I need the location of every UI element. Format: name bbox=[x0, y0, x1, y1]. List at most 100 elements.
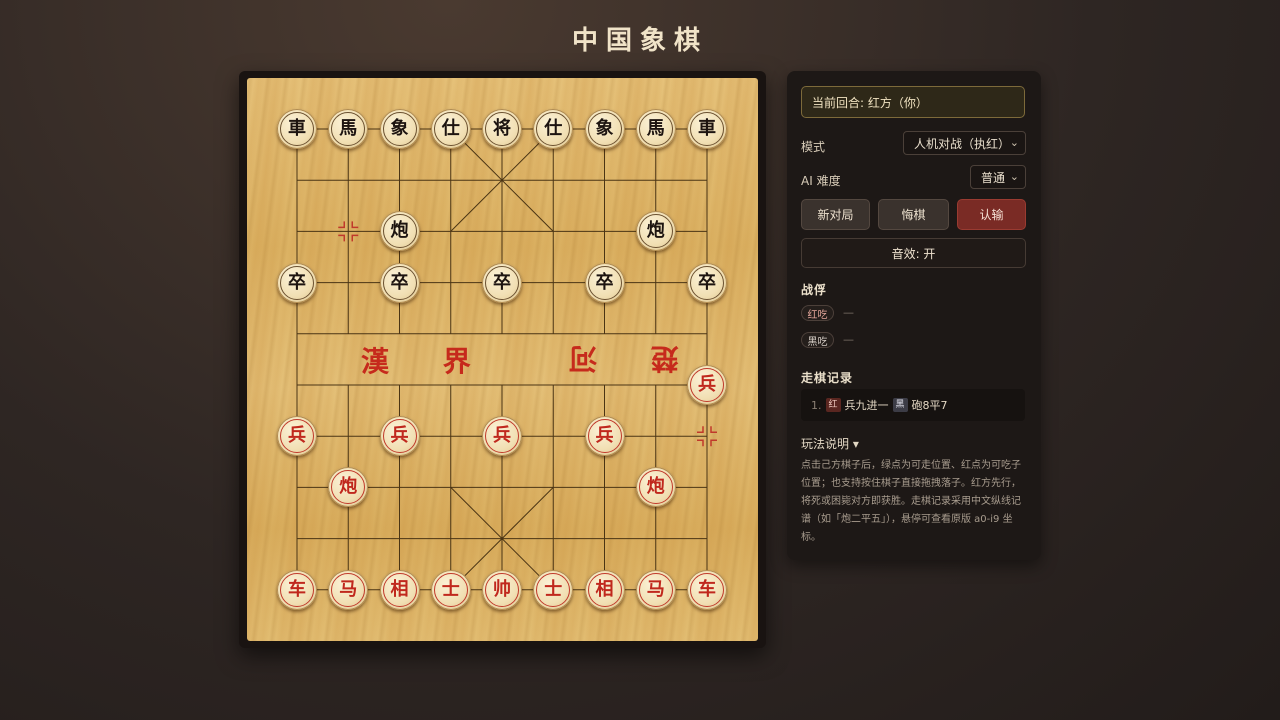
piece-label: 象 bbox=[595, 118, 614, 139]
black-piece[interactable]: 卒 bbox=[687, 262, 727, 303]
last-move-marker bbox=[697, 426, 704, 433]
board-grid bbox=[296, 128, 717, 591]
mode-select[interactable]: 人机对战（执红） ⌄ bbox=[903, 131, 1026, 155]
red-piece[interactable]: 兵 bbox=[687, 365, 727, 405]
river-text-left: 漢 界 bbox=[361, 345, 493, 378]
black-piece[interactable]: 炮 bbox=[635, 211, 676, 252]
piece-label: 馬 bbox=[646, 118, 665, 139]
piece-label: 兵 bbox=[493, 425, 511, 447]
piece-label: 炮 bbox=[390, 220, 409, 242]
piece-label: 車 bbox=[698, 118, 716, 139]
control-panel: 当前回合: 红方（你） 模式 人机对战（执红） ⌄ AI 难度 普通 ⌄ 新对局… bbox=[787, 71, 1041, 560]
red-piece[interactable]: 相 bbox=[379, 569, 420, 610]
record-title: 走棋记录 bbox=[801, 371, 854, 385]
piece-label: 帅 bbox=[493, 578, 511, 600]
red-piece[interactable]: 兵 bbox=[482, 416, 522, 457]
red-piece[interactable]: 相 bbox=[584, 569, 625, 610]
red-piece[interactable]: 炮 bbox=[635, 467, 676, 508]
red-piece[interactable]: 车 bbox=[277, 569, 317, 610]
new-game-button[interactable]: 新对局 bbox=[801, 199, 870, 230]
piece-label: 卒 bbox=[595, 271, 614, 293]
piece-label: 兵 bbox=[390, 425, 409, 447]
piece-label: 仕 bbox=[441, 118, 460, 139]
black-captured-label: 黑吃 bbox=[801, 332, 834, 348]
piece-label: 马 bbox=[646, 578, 665, 600]
black-piece[interactable]: 象 bbox=[584, 109, 625, 149]
last-move-marker bbox=[351, 234, 359, 242]
red-move: 兵九进一 bbox=[844, 399, 889, 412]
piece-label: 相 bbox=[595, 578, 614, 600]
piece-label: 兵 bbox=[288, 425, 306, 447]
red-captured-label: 红吃 bbox=[801, 305, 834, 321]
red-piece[interactable]: 兵 bbox=[379, 416, 420, 457]
piece-label: 炮 bbox=[646, 220, 665, 242]
rules-text: 点击己方棋子后，绿点为可走位置、红点为可吃子位置；也支持按住棋子直接拖拽落子。红… bbox=[801, 460, 1021, 543]
chevron-down-icon: ⌄ bbox=[1009, 136, 1019, 149]
piece-label: 士 bbox=[441, 578, 460, 600]
black-piece[interactable]: 馬 bbox=[328, 109, 369, 149]
black-piece[interactable]: 将 bbox=[482, 109, 522, 149]
piece-label: 卒 bbox=[493, 271, 511, 293]
black-piece[interactable]: 仕 bbox=[533, 109, 574, 149]
last-move-marker bbox=[710, 439, 717, 447]
black-piece[interactable]: 仕 bbox=[430, 109, 471, 149]
red-piece[interactable]: 车 bbox=[687, 569, 727, 610]
last-move-marker bbox=[338, 234, 345, 242]
page-title: 中国象棋 bbox=[571, 26, 708, 56]
black-move: 砲8平7 bbox=[911, 399, 948, 412]
black-move-tag: 黑 bbox=[892, 398, 908, 412]
black-piece[interactable]: 車 bbox=[687, 109, 727, 149]
last-move-marker bbox=[697, 439, 704, 447]
black-piece[interactable]: 卒 bbox=[584, 262, 625, 303]
rules-toggle[interactable]: 玩法说明 ▾ bbox=[801, 435, 859, 452]
black-piece[interactable]: 卒 bbox=[482, 262, 522, 303]
piece-label: 車 bbox=[288, 118, 306, 139]
red-piece[interactable]: 兵 bbox=[277, 416, 317, 457]
mode-label: 模式 bbox=[801, 140, 826, 154]
piece-label: 象 bbox=[390, 118, 409, 139]
red-piece[interactable]: 士 bbox=[430, 569, 471, 610]
piece-label: 车 bbox=[288, 578, 306, 600]
river-text-right: 楚 河 bbox=[547, 342, 679, 375]
piece-label: 马 bbox=[339, 578, 358, 600]
difficulty-select-value: 普通 bbox=[981, 170, 1006, 185]
piece-label: 炮 bbox=[339, 476, 358, 498]
black-piece[interactable]: 卒 bbox=[379, 262, 420, 303]
piece-label: 馬 bbox=[339, 118, 358, 139]
turn-indicator: 当前回合: 红方（你） bbox=[801, 86, 1025, 118]
black-piece[interactable]: 炮 bbox=[379, 211, 420, 252]
piece-label: 相 bbox=[390, 578, 409, 600]
red-piece[interactable]: 士 bbox=[533, 569, 574, 610]
piece-label: 车 bbox=[698, 578, 716, 600]
piece-label: 卒 bbox=[698, 271, 716, 293]
red-piece[interactable]: 马 bbox=[328, 569, 369, 610]
mode-select-value: 人机对战（执红） bbox=[914, 136, 1011, 151]
piece-label: 炮 bbox=[646, 476, 665, 498]
chevron-down-icon: ⌄ bbox=[1009, 170, 1019, 183]
move-record-row[interactable]: 1. 红 兵九进一 黑 砲8平7 bbox=[801, 389, 1025, 421]
difficulty-label: AI 难度 bbox=[801, 174, 841, 188]
red-move-tag: 红 bbox=[825, 398, 841, 412]
captures-title: 战俘 bbox=[801, 283, 828, 297]
piece-label: 兵 bbox=[698, 374, 716, 395]
difficulty-select[interactable]: 普通 ⌄ bbox=[970, 165, 1026, 189]
sound-toggle-button[interactable]: 音效: 开 bbox=[801, 238, 1026, 268]
undo-button[interactable]: 悔棋 bbox=[878, 199, 949, 230]
red-piece[interactable]: 马 bbox=[635, 569, 676, 610]
piece-label: 将 bbox=[493, 118, 511, 139]
last-move-marker bbox=[338, 221, 345, 229]
black-piece[interactable]: 馬 bbox=[635, 109, 676, 149]
red-piece[interactable]: 兵 bbox=[584, 416, 625, 457]
resign-button[interactable]: 认输 bbox=[957, 199, 1026, 230]
piece-label: 卒 bbox=[288, 271, 306, 293]
black-piece[interactable]: 車 bbox=[277, 109, 317, 149]
piece-label: 士 bbox=[544, 578, 563, 600]
black-captured-value: — bbox=[843, 333, 854, 346]
piece-label: 仕 bbox=[544, 118, 563, 139]
xiangqi-board[interactable]: 漢 界 楚 河 車馬象仕将仕象馬車炮炮卒卒卒卒卒兵兵兵兵兵炮炮车马相士帅士相马车 bbox=[247, 78, 758, 641]
red-piece[interactable]: 帅 bbox=[482, 569, 522, 610]
black-piece[interactable]: 象 bbox=[379, 109, 420, 149]
piece-label: 卒 bbox=[390, 271, 409, 293]
move-index: 1. bbox=[811, 398, 822, 412]
black-piece[interactable]: 卒 bbox=[277, 262, 317, 303]
